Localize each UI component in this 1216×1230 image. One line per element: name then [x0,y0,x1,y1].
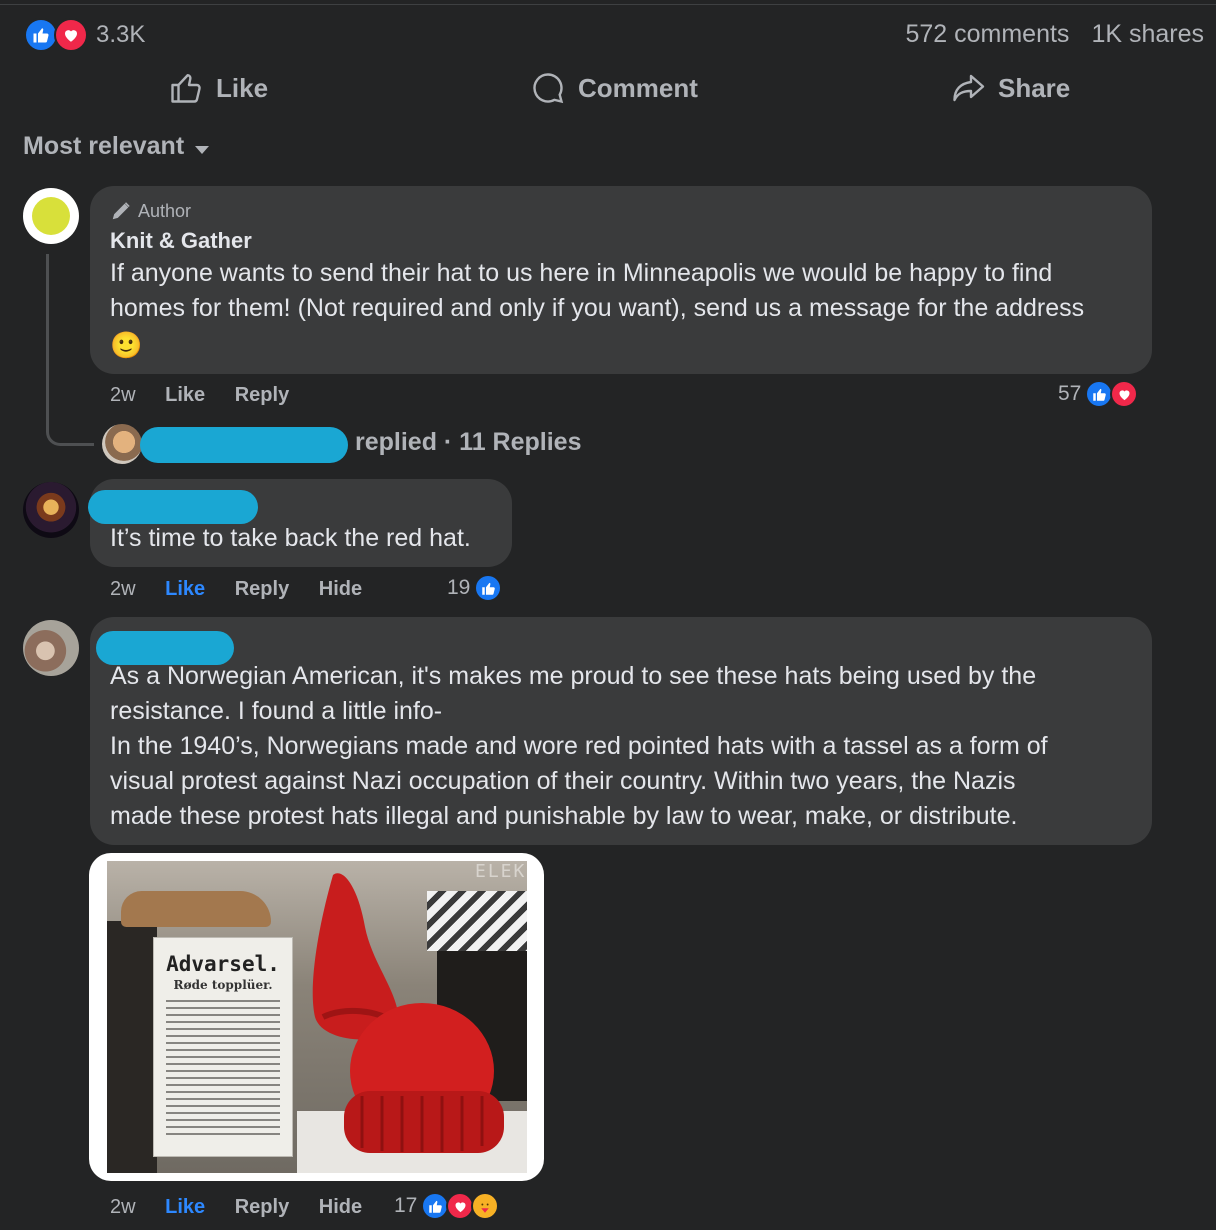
author-avatar[interactable] [23,188,79,244]
share-button[interactable]: Share [950,70,1070,106]
like-link[interactable]: Like [165,384,205,406]
comment-meta: 2w Like Reply Hide [110,578,386,601]
hide-link[interactable]: Hide [319,578,362,600]
comment-reactions[interactable]: 17 [394,1192,500,1220]
comment-text-line: visual protest against Nazi occupation o… [110,767,1016,795]
poster-title: Advarsel. [166,952,280,976]
poster-body [166,1000,280,1140]
comment-text-line: As a Norwegian American, it's makes me p… [110,662,1037,690]
comments-count[interactable]: 572 comments [905,20,1069,49]
redacted-name [88,490,258,524]
comment-bubble: Author Knit & Gather If anyone wants to … [90,186,1152,374]
comment-text-line: In the 1940’s, Norwegians made and wore … [110,732,1048,760]
comment-time[interactable]: 2w [110,1196,136,1218]
author-badge-label: Author [138,200,192,221]
share-icon [953,74,985,102]
post-counts: 572 comments 1K shares [905,20,1204,49]
reply-link[interactable]: Reply [235,578,289,600]
comment-text-line: made these protest hats illegal and puni… [110,802,1018,830]
pencil-icon [112,202,130,220]
author-badge: Author [110,200,191,222]
like-reaction-icon [474,574,503,602]
redacted-name [140,427,348,463]
redacted-name [96,631,234,665]
love-reaction-icon [446,1192,475,1220]
sort-label: Most relevant [23,132,185,160]
hide-link[interactable]: Hide [319,1196,362,1218]
like-reaction-icon [421,1192,450,1220]
comment-time[interactable]: 2w [110,384,136,406]
comment-icon [533,73,564,104]
like-reaction-icon [1085,380,1114,408]
smile-emoji: 🙂 [110,330,143,360]
comment-text-line: If anyone wants to send their hat to us … [110,259,1053,287]
comment-time[interactable]: 2w [110,578,136,600]
reply-link[interactable]: Reply [235,384,289,406]
comment-reaction-count: 17 [394,1194,418,1217]
comment-author[interactable]: Knit & Gather [110,228,252,254]
photo-awning [427,891,527,951]
comment-reaction-count: 19 [447,576,471,599]
photo-sign: ELEK [475,861,527,882]
like-link[interactable]: Like [165,578,205,600]
photo-poster: Advarsel. Røde topplüer. [153,937,293,1157]
shares-count[interactable]: 1K shares [1091,20,1204,49]
photo-dark-panel [107,921,157,1173]
comment-text-line: homes for them! (Not required and only i… [110,294,1085,322]
like-link[interactable]: Like [165,1196,205,1218]
comment-reaction-count: 57 [1058,382,1082,405]
post-reactions[interactable]: 3.3K [24,18,145,52]
love-reaction-icon [54,18,88,52]
care-reaction-icon [471,1192,500,1220]
sort-dropdown[interactable]: Most relevant [23,132,210,161]
comment-photo[interactable]: ELEK Advarsel. Røde topplüer. [89,853,544,1181]
comment-meta: 2w Like Reply Hide [110,1196,386,1219]
reply-avatar[interactable] [102,424,142,464]
top-divider [0,4,1216,5]
photo-scene: ELEK Advarsel. Røde topplüer. [107,861,527,1173]
like-button[interactable]: Like [168,70,268,106]
author-logo [32,197,70,235]
share-label: Share [998,72,1071,103]
comment-bubble: As a Norwegian American, it's makes me p… [90,617,1152,845]
photo-beanie [344,1003,504,1153]
comment-reactions[interactable]: 57 [1058,380,1139,408]
caret-down-icon [195,145,210,154]
comment-text-line: resistance. I found a little info- [110,697,443,725]
photo-shoe [121,891,271,927]
poster-subtitle: Røde topplüer. [173,978,273,992]
view-replies-link[interactable]: replied · 11 Replies [355,428,582,457]
comment-text: It’s time to take back the red hat. [110,524,471,552]
comment-reactions[interactable]: 19 [447,574,503,602]
reply-link[interactable]: Reply [235,1196,289,1218]
reaction-count[interactable]: 3.3K [96,21,145,49]
thumbs-up-icon [171,74,201,103]
thread-line [46,254,94,446]
like-reaction-icon [24,18,58,52]
comment-button[interactable]: Comment [530,70,698,106]
commenter-avatar[interactable] [23,482,79,538]
comment-label: Comment [578,72,698,103]
comment-meta: 2w Like Reply [110,384,313,407]
commenter-avatar[interactable] [23,620,79,676]
like-label: Like [216,72,269,103]
love-reaction-icon [1110,380,1139,408]
